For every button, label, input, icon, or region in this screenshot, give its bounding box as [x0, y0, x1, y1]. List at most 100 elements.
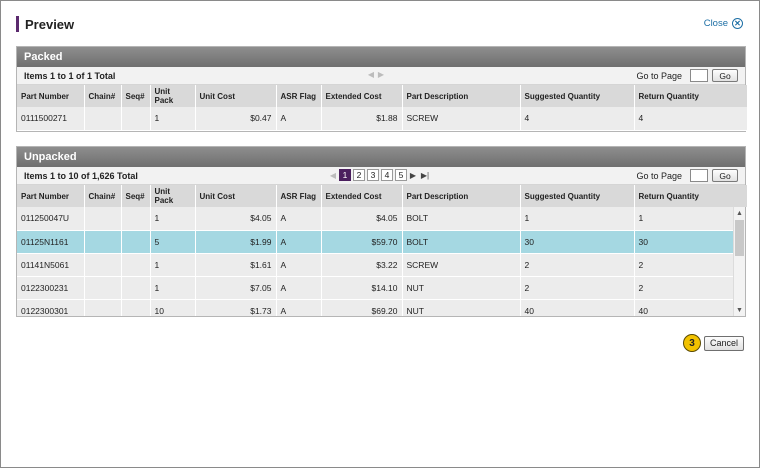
column-header: Unit Cost	[195, 85, 277, 107]
goto-label: Go to Page	[636, 170, 682, 181]
column-header: Unit Pack	[150, 85, 196, 107]
vertical-scrollbar[interactable]: ▲ ▼	[733, 207, 745, 316]
table-cell: $7.05	[195, 276, 277, 300]
column-header: Seq#	[121, 185, 151, 207]
column-header: Part Description	[402, 85, 521, 107]
table-row[interactable]: 01141N5061 1 $1.61 A $3.22 SCREW 2 2	[17, 253, 735, 277]
column-header: Part Description	[402, 185, 521, 207]
table-cell: 0122300301	[17, 299, 85, 316]
unpacked-panel: Unpacked Items 1 to 10 of 1,626 Total ◀ …	[16, 146, 748, 317]
table-cell: 2	[634, 276, 735, 300]
packed-goto: Go to Page Go	[636, 69, 738, 82]
table-cell: SCREW	[402, 107, 521, 131]
title-bar: Preview	[16, 15, 74, 33]
unpacked-pager: ◀ 1 2 3 4 5 ▶ ▶|	[329, 169, 431, 181]
table-cell: 10	[150, 299, 196, 316]
prev-page-icon: ◀	[367, 69, 375, 79]
table-cell: 011250047U	[17, 207, 85, 231]
page-title: Preview	[25, 16, 75, 32]
table-cell: 0111500271	[17, 107, 85, 131]
unpacked-go-button[interactable]: Go	[712, 169, 738, 182]
table-cell: $69.20	[321, 299, 403, 316]
page-number-button[interactable]: 5	[395, 169, 407, 181]
table-cell	[121, 253, 151, 277]
next-page-icon[interactable]: ▶	[409, 170, 417, 180]
table-cell: 2	[520, 253, 635, 277]
column-header: Part Number	[17, 85, 85, 107]
table-cell: NUT	[402, 276, 521, 300]
table-cell	[84, 276, 122, 300]
table-cell: 01141N5061	[17, 253, 85, 277]
column-header: Unit Pack	[150, 185, 196, 207]
table-cell: $59.70	[321, 230, 403, 254]
page-number-button[interactable]: 2	[353, 169, 365, 181]
close-label: Close	[703, 18, 728, 29]
close-icon[interactable]: ✕	[732, 18, 743, 29]
scroll-thumb[interactable]	[735, 220, 744, 256]
table-cell	[121, 207, 151, 231]
unpacked-table: 011250047U 1 $4.05 A $4.05 BOLT 1 1 01125N1161 5 $…	[17, 207, 735, 316]
packed-goto-input[interactable]	[690, 69, 708, 82]
column-header: Seq#	[121, 85, 151, 107]
column-header: Suggested Quantity	[520, 185, 635, 207]
table-row[interactable]: 0122300301 10 $1.73 A $69.20 NUT 40 40	[17, 299, 735, 316]
column-header: Return Quantity	[634, 185, 748, 207]
table-cell: 2	[520, 276, 635, 300]
unpacked-goto: Go to Page Go	[636, 169, 738, 182]
column-header: Chain#	[84, 85, 122, 107]
unpacked-goto-input[interactable]	[690, 169, 708, 182]
column-header: ASR Flag	[276, 185, 322, 207]
unpacked-toolbar: Items 1 to 10 of 1,626 Total ◀ 1 2 3 4 5 ▶ ▶| …	[17, 167, 745, 185]
table-row[interactable]: 01125N1161 5 $1.99 A $59.70 BOLT 30 30	[17, 230, 735, 254]
scroll-down-icon[interactable]: ▼	[734, 304, 745, 316]
unpacked-header-table: Part Number Chain# Seq# Unit Pack Unit Cost A…	[17, 185, 748, 207]
last-page-icon[interactable]: ▶|	[419, 170, 431, 180]
table-cell	[84, 230, 122, 254]
packed-table: Part Number Chain# Seq# Unit Pack Unit Cost A…	[17, 85, 748, 131]
packed-go-button[interactable]: Go	[712, 69, 738, 82]
page-number-button[interactable]: 1	[339, 169, 351, 181]
table-cell: A	[276, 299, 322, 316]
packed-heading: Packed	[17, 47, 745, 67]
title-accent-bar	[16, 16, 19, 32]
table-row[interactable]: 011250047U 1 $4.05 A $4.05 BOLT 1 1	[17, 207, 735, 231]
callout-badge: 3	[683, 334, 701, 352]
table-cell: 30	[634, 230, 735, 254]
column-header: ASR Flag	[276, 85, 322, 107]
table-cell: $1.88	[321, 107, 403, 131]
unpacked-scroll-area[interactable]: 011250047U 1 $4.05 A $4.05 BOLT 1 1 01125N1161 5 $…	[17, 207, 745, 316]
next-page-icon: ▶	[377, 69, 385, 79]
table-cell: 0122300231	[17, 276, 85, 300]
table-cell	[121, 299, 151, 316]
packed-items-count: Items 1 to 1 of 1 Total	[24, 70, 116, 81]
table-cell: 1	[150, 207, 196, 231]
page-number-button[interactable]: 4	[381, 169, 393, 181]
table-cell: $14.10	[321, 276, 403, 300]
table-cell	[84, 299, 122, 316]
close-link[interactable]: Close ✕	[704, 18, 743, 29]
scroll-up-icon[interactable]: ▲	[734, 207, 745, 219]
column-header: Return Quantity	[634, 85, 748, 107]
table-cell: $1.99	[195, 230, 277, 254]
table-cell: 1	[150, 107, 196, 131]
table-cell: 4	[634, 107, 748, 131]
table-cell	[84, 207, 122, 231]
preview-window: Preview Close ✕ Packed Items 1 to 1 of 1…	[0, 0, 760, 468]
table-cell: 1	[520, 207, 635, 231]
table-cell: A	[276, 276, 322, 300]
column-header: Unit Cost	[195, 185, 277, 207]
table-cell: $1.73	[195, 299, 277, 316]
column-header: Suggested Quantity	[520, 85, 635, 107]
column-header: Extended Cost	[321, 185, 403, 207]
table-cell: BOLT	[402, 230, 521, 254]
cancel-area: 3 Cancel	[683, 334, 744, 352]
table-cell: $0.47	[195, 107, 277, 131]
table-row[interactable]: 0122300231 1 $7.05 A $14.10 NUT 2 2	[17, 276, 735, 300]
table-cell: 5	[150, 230, 196, 254]
table-cell: NUT	[402, 299, 521, 316]
page-number-button[interactable]: 3	[367, 169, 379, 181]
table-cell: A	[276, 230, 322, 254]
table-row[interactable]: 0111500271 1 $0.47 A $1.88 SCREW 4 4	[17, 107, 748, 131]
table-cell: 01125N1161	[17, 230, 85, 254]
cancel-button[interactable]: Cancel	[704, 335, 744, 351]
